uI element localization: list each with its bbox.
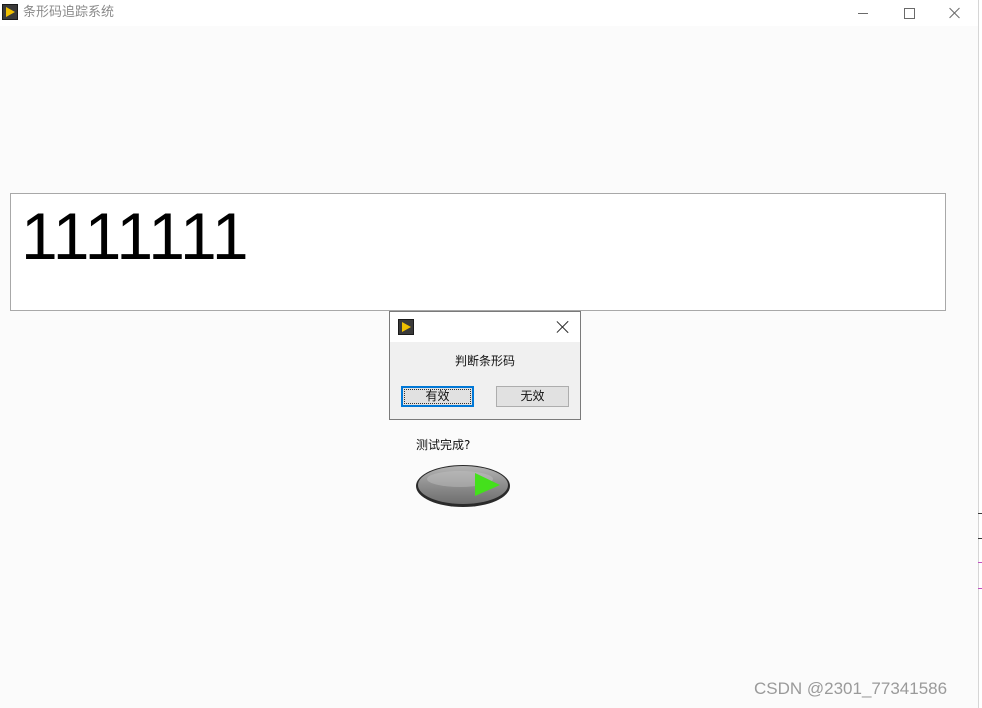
watermark: CSDN @2301_77341586	[754, 679, 948, 698]
labview-icon	[398, 319, 414, 335]
valid-button[interactable]: 有效	[401, 386, 474, 407]
title-bar[interactable]: 条形码追踪系统	[0, 0, 978, 26]
barcode-display: 1111111	[10, 193, 946, 311]
test-complete-led-icon	[416, 465, 510, 507]
window-title: 条形码追踪系统	[23, 5, 115, 20]
invalid-button[interactable]: 无效	[496, 386, 569, 407]
labview-icon	[2, 4, 18, 20]
barcode-value: 1111111	[21, 199, 249, 273]
maximize-button[interactable]	[886, 0, 932, 26]
dialog-message: 判断条形码	[454, 354, 515, 368]
test-complete-label: 测试完成?	[416, 438, 471, 452]
close-button[interactable]	[932, 0, 978, 26]
edge-mark	[978, 562, 982, 563]
window-edge	[978, 0, 982, 708]
dialog-title-bar[interactable]	[390, 312, 580, 342]
minimize-icon	[858, 12, 868, 14]
minimize-button[interactable]	[840, 0, 886, 26]
edge-mark	[978, 538, 982, 539]
barcode-judge-dialog: 判断条形码 有效 无效	[389, 311, 581, 420]
edge-mark	[978, 588, 982, 589]
test-complete-button[interactable]	[414, 462, 512, 508]
main-window: 条形码追踪系统 1111111 判断条形码 有效 无效 测试完成? CSDN @…	[0, 0, 978, 708]
edge-mark	[978, 513, 982, 514]
close-icon	[949, 7, 961, 19]
dialog-close-icon[interactable]	[554, 318, 572, 336]
maximize-icon	[903, 7, 915, 19]
